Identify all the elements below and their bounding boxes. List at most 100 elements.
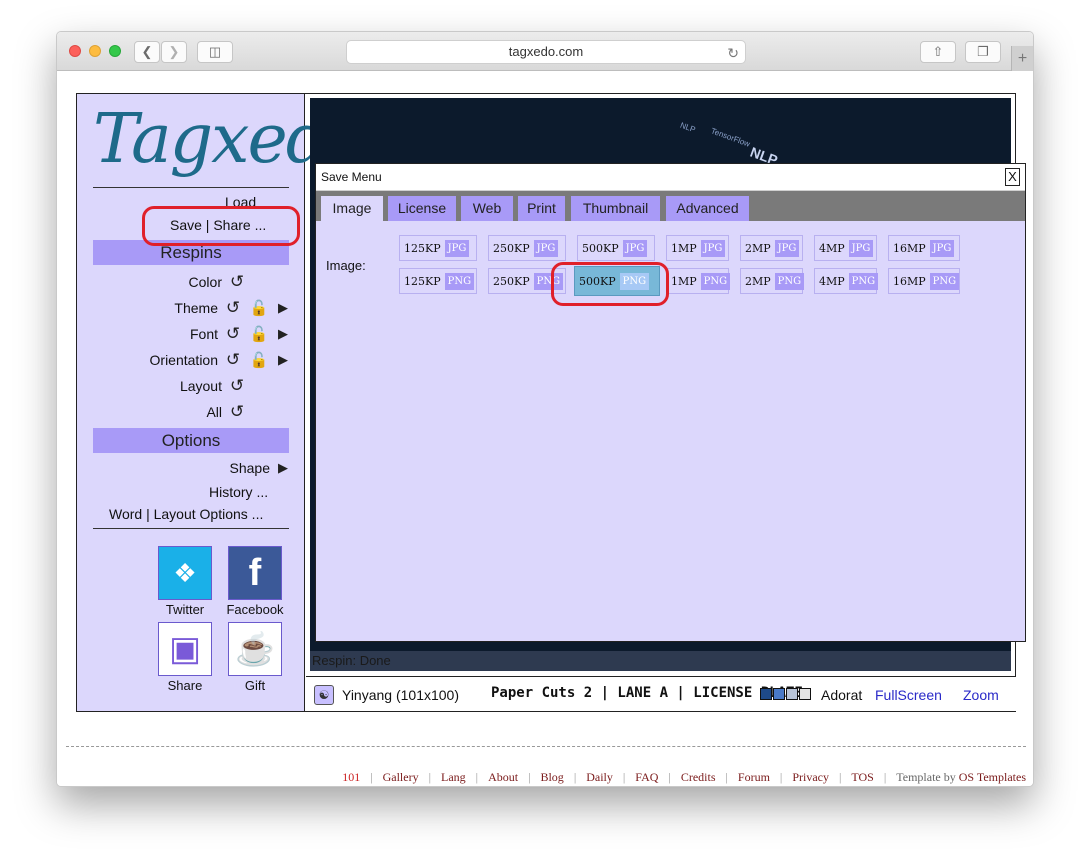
share-gift-box-button[interactable]: ▣ (158, 622, 212, 676)
refresh-icon[interactable]: ↺ (228, 272, 246, 292)
unlock-icon[interactable]: 🔓 (248, 351, 270, 369)
page-content: Tagxedo Load Save | Share ... Respins Co… (57, 72, 1033, 786)
url-text: tagxedo.com (508, 44, 584, 59)
png-4mp-option[interactable]: 4MP PNG (814, 268, 879, 294)
option-size: 1MP (671, 241, 697, 255)
footer-link-gallery[interactable]: Gallery (383, 770, 419, 785)
footer-link-privacy[interactable]: Privacy (792, 770, 829, 785)
browser-titlebar: ❮ ❯ ◫ tagxedo.com ↻ ⇧ ❐ + (57, 32, 1033, 71)
footer-link-blog[interactable]: Blog (540, 770, 563, 785)
fullscreen-link[interactable]: FullScreen (875, 687, 942, 703)
address-bar[interactable]: tagxedo.com ↻ (346, 40, 746, 64)
jpg-1mp-option[interactable]: 1MP JPG (666, 235, 729, 261)
png-1mp-option[interactable]: 1MP PNG (666, 268, 731, 294)
footer-link-tos[interactable]: TOS (851, 770, 873, 785)
png-2mp-option[interactable]: 2MP PNG (740, 268, 805, 294)
format-badge: PNG (774, 272, 805, 290)
tab-print[interactable]: Print (518, 196, 565, 221)
tab-license[interactable]: License (388, 196, 456, 221)
respin-status: Respin: Done (310, 651, 1011, 671)
zoom-window-button[interactable] (109, 45, 121, 57)
footer-link-lang[interactable]: Lang (441, 770, 466, 785)
back-button[interactable]: ❮ (134, 41, 160, 63)
sidebar: Tagxedo Load Save | Share ... Respins Co… (77, 94, 368, 711)
respin-all[interactable]: All ↺ (206, 402, 246, 422)
theme-color-swatch[interactable] (773, 688, 785, 700)
shape-label: Shape (229, 460, 270, 476)
theme-color-swatch[interactable] (786, 688, 798, 700)
save-menu-tabbar: Image License Web Print Thumbnail Advanc… (316, 191, 1025, 221)
respin-theme-label: Theme (174, 300, 218, 316)
unlock-icon[interactable]: 🔓 (248, 325, 270, 343)
play-icon[interactable]: ▶ (276, 326, 290, 342)
respin-orientation[interactable]: Orientation ↺ 🔓 ▶ (150, 350, 290, 370)
play-icon[interactable]: ▶ (276, 300, 290, 316)
jpg-500kp-option[interactable]: 500KP JPG (577, 235, 655, 261)
refresh-icon[interactable]: ↺ (224, 298, 242, 318)
jpg-2mp-option[interactable]: 2MP JPG (740, 235, 803, 261)
tab-image[interactable]: Image (321, 196, 383, 221)
png-125kp-option[interactable]: 125KP PNG (399, 268, 477, 294)
shape-option[interactable]: Shape ▶ (230, 460, 290, 476)
jpg-250kp-option[interactable]: 250KP JPG (488, 235, 566, 261)
forward-button[interactable]: ❯ (161, 41, 187, 63)
save-share-highlight (142, 206, 300, 246)
word-layout-options-link[interactable]: Word | Layout Options ... (109, 506, 263, 522)
unlock-icon[interactable]: 🔓 (248, 299, 270, 317)
refresh-icon[interactable]: ↺ (224, 350, 242, 370)
twitter-button[interactable]: ❖ (158, 546, 212, 600)
reload-icon[interactable]: ↻ (727, 42, 739, 64)
gift-mug-button[interactable]: ☕ (228, 622, 282, 676)
option-size: 16MP (893, 274, 926, 288)
theme-color-swatch[interactable] (799, 688, 811, 700)
format-badge: JPG (929, 239, 955, 257)
footer-link-101[interactable]: 101 (342, 770, 360, 785)
close-window-button[interactable] (69, 45, 81, 57)
share-button[interactable]: ⇧ (920, 41, 956, 63)
close-dialog-button[interactable]: X (1005, 168, 1020, 186)
respin-layout-label: Layout (179, 378, 222, 394)
footer-link-daily[interactable]: Daily (586, 770, 613, 785)
sidebar-toggle-button[interactable]: ◫ (197, 41, 233, 63)
shape-name[interactable]: Yinyang (101x100) (342, 687, 459, 703)
respin-theme[interactable]: Theme ↺ 🔓 ▶ (174, 298, 290, 318)
footer-divider (66, 746, 1026, 747)
template-credit-link[interactable]: OS Templates (959, 770, 1026, 785)
jpg-4mp-option[interactable]: 4MP JPG (814, 235, 877, 261)
play-icon[interactable]: ▶ (276, 460, 290, 476)
zoom-link[interactable]: Zoom (963, 687, 999, 703)
canvas-word: TensorFlow (709, 126, 752, 149)
respin-font[interactable]: Font ↺ 🔓 ▶ (190, 324, 290, 344)
play-icon[interactable]: ▶ (276, 352, 290, 368)
tab-thumbnail[interactable]: Thumbnail (571, 196, 660, 221)
minimize-window-button[interactable] (89, 45, 101, 57)
refresh-icon[interactable]: ↺ (224, 324, 242, 344)
footer-link-forum[interactable]: Forum (738, 770, 770, 785)
canvas-word: NLP (678, 120, 697, 135)
png-16mp-option[interactable]: 16MP PNG (888, 268, 960, 294)
jpg-125kp-option[interactable]: 125KP JPG (399, 235, 477, 261)
respin-color[interactable]: Color ↺ (189, 272, 246, 292)
refresh-icon[interactable]: ↺ (228, 376, 246, 396)
font-samples[interactable]: Paper Cuts 2 | LANE A | LICENSE PLATE (491, 685, 803, 701)
yinyang-icon[interactable]: ☯ (314, 685, 334, 705)
theme-name[interactable]: Adorat (821, 687, 867, 703)
app-bottom-bar: ☯ Yinyang (101x100) Paper Cuts 2 | LANE … (306, 676, 1016, 711)
twitter-bird-icon: ❖ (173, 557, 197, 588)
footer-link-credits[interactable]: Credits (681, 770, 716, 785)
footer-link-faq[interactable]: FAQ (635, 770, 658, 785)
new-tab-button[interactable]: + (1011, 46, 1033, 71)
facebook-button[interactable]: f (228, 546, 282, 600)
tabs-overview-button[interactable]: ❐ (965, 41, 1001, 63)
jpg-16mp-option[interactable]: 16MP JPG (888, 235, 960, 261)
twitter-label: Twitter (165, 602, 205, 617)
respin-layout[interactable]: Layout ↺ (180, 376, 246, 396)
format-badge: JPG (533, 239, 559, 257)
footer-link-about[interactable]: About (488, 770, 518, 785)
refresh-icon[interactable]: ↺ (228, 402, 246, 422)
tab-web[interactable]: Web (461, 196, 513, 221)
theme-color-swatch[interactable] (760, 688, 772, 700)
respin-color-label: Color (188, 274, 222, 290)
tab-advanced[interactable]: Advanced (666, 196, 749, 221)
history-link[interactable]: History ... (209, 484, 268, 500)
